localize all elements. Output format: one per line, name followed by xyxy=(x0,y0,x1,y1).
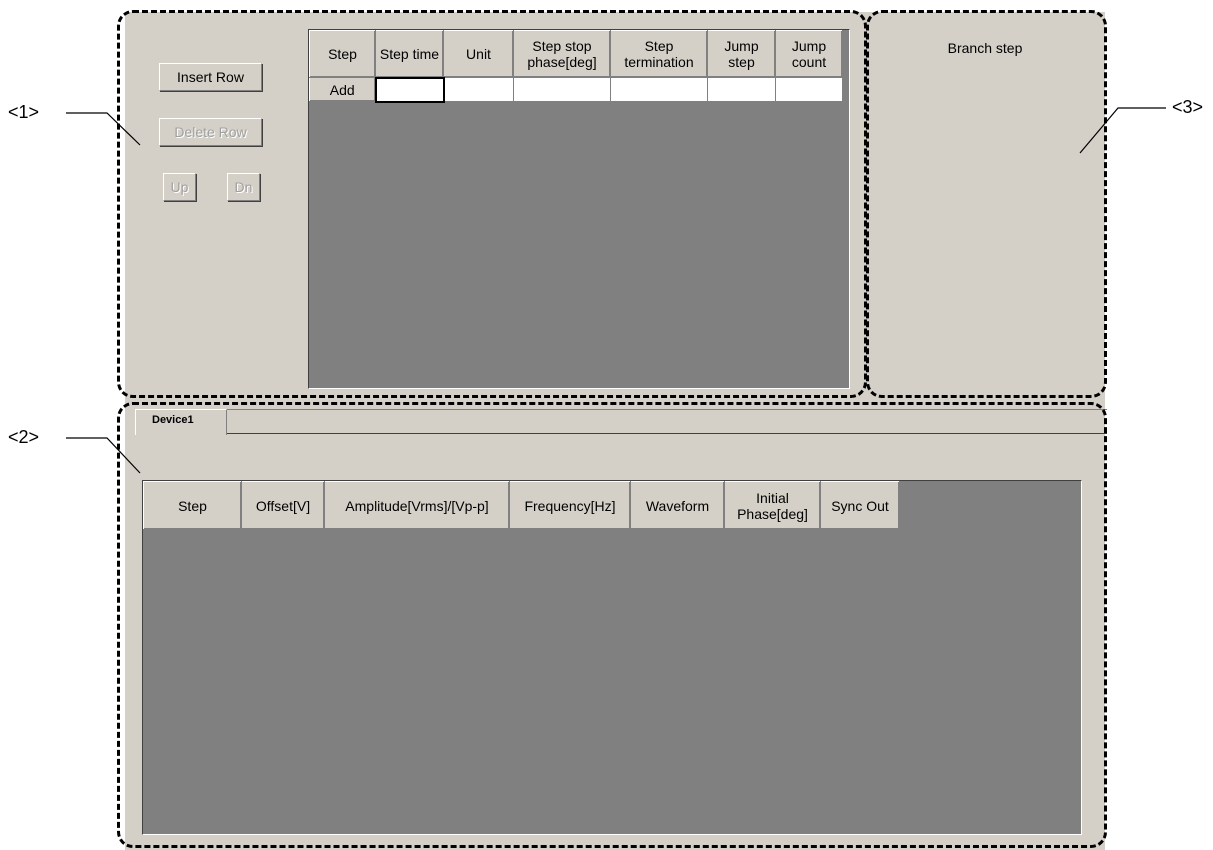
callout-1-label: <1> xyxy=(8,102,40,122)
callout-3-label: <3> xyxy=(1172,97,1204,117)
callout-2-label: <2> xyxy=(8,427,40,447)
leader-lines xyxy=(66,107,1166,474)
